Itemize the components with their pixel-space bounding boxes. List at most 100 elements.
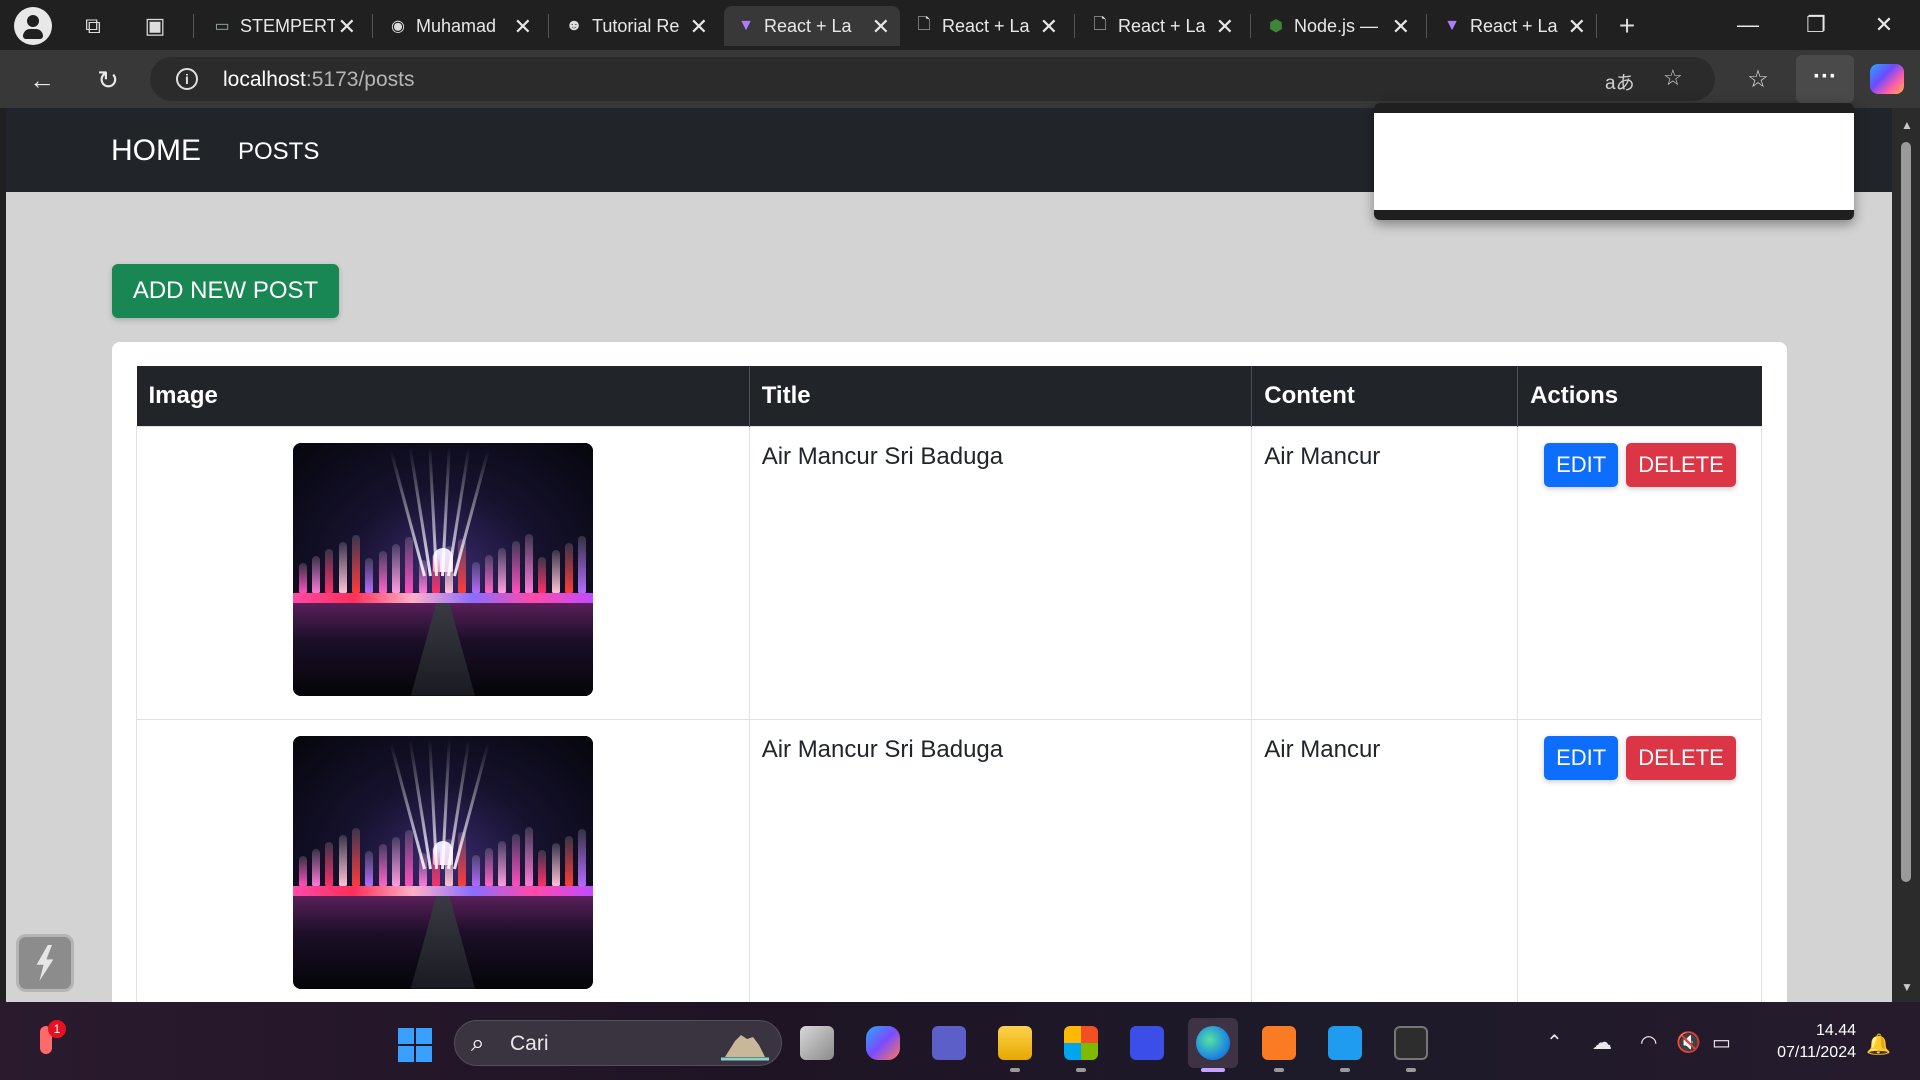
copilot-icon[interactable] bbox=[1870, 64, 1904, 94]
fountain-jet bbox=[298, 562, 307, 593]
microsoft-store-icon[interactable] bbox=[1056, 1018, 1106, 1072]
posts-table: Image Title Content Actions Air Mancur S… bbox=[136, 366, 1762, 1002]
tab-title: React + La bbox=[1470, 16, 1558, 36]
fountain-jet bbox=[391, 543, 400, 593]
edit-button[interactable]: EDIT bbox=[1544, 735, 1619, 780]
taskbar-search[interactable]: ⌕ Cari bbox=[454, 1020, 782, 1066]
tab-react-active[interactable]: ▼ React + La ✕ bbox=[724, 6, 900, 46]
tab-separator bbox=[193, 14, 194, 38]
star-icon[interactable]: ☆ bbox=[1663, 65, 1683, 91]
scroll-down-icon[interactable]: ▼ bbox=[1901, 980, 1913, 994]
window-close-icon[interactable]: ✕ bbox=[1864, 8, 1904, 42]
tab-react-3[interactable]: 🗋 React + La ✕ bbox=[1078, 6, 1244, 46]
address-bar[interactable]: i localhost:5173/posts aあ ☆ bbox=[150, 57, 1715, 101]
tab-tutorial[interactable]: ☻ Tutorial Re ✕ bbox=[552, 6, 718, 46]
file-icon: 🗋 bbox=[1093, 15, 1107, 33]
minimize-icon[interactable]: — bbox=[1728, 8, 1768, 42]
fountain-jet bbox=[485, 847, 494, 886]
favorites-icon[interactable]: ☆ bbox=[1740, 62, 1776, 98]
windows-taskbar: 1 ⌕ Cari ⌃ ☁ ◠ 🔇 ▭ 14.44 07/11/2024 🔔 bbox=[0, 1002, 1920, 1080]
translate-icon[interactable]: aあ bbox=[1605, 68, 1635, 95]
file-explorer-icon[interactable] bbox=[990, 1018, 1040, 1072]
delete-button[interactable]: DELETE bbox=[1626, 735, 1736, 780]
url-host: localhost bbox=[223, 68, 306, 91]
close-icon[interactable]: ✕ bbox=[1392, 14, 1410, 40]
workspaces-icon[interactable]: ⧉ bbox=[78, 11, 108, 41]
task-view-icon[interactable] bbox=[792, 1018, 842, 1068]
onedrive-icon[interactable]: ☁ bbox=[1592, 1030, 1612, 1055]
header-title: Title bbox=[748, 366, 1252, 426]
image-cell bbox=[136, 718, 750, 1002]
edge-browser-icon[interactable] bbox=[1188, 1018, 1238, 1072]
fountain-jet bbox=[405, 829, 414, 886]
new-tab-icon[interactable]: + bbox=[1612, 11, 1642, 41]
speaker-muted-icon[interactable]: 🔇 bbox=[1676, 1030, 1701, 1055]
scrollbar-thumb[interactable] bbox=[1901, 142, 1911, 882]
back-arrow-icon[interactable]: ← bbox=[24, 62, 60, 98]
title-cell: Air Mancur Sri Baduga bbox=[748, 718, 1253, 1002]
fountain-jet bbox=[511, 540, 520, 593]
clock-time: 14.44 bbox=[1815, 1022, 1856, 1039]
add-new-post-button[interactable]: ADD NEW POST bbox=[112, 264, 339, 318]
fountain-jet bbox=[485, 554, 494, 593]
terminal-icon[interactable] bbox=[1386, 1018, 1436, 1072]
fountain-jet bbox=[365, 850, 374, 886]
close-icon[interactable]: ✕ bbox=[1216, 14, 1234, 40]
bolt-icon bbox=[36, 945, 54, 981]
teams-icon[interactable] bbox=[924, 1018, 974, 1068]
fountain-jet bbox=[511, 833, 520, 886]
chevron-up-icon[interactable]: ⌃ bbox=[1546, 1030, 1563, 1055]
profile-icon[interactable] bbox=[14, 7, 52, 45]
tab-stempert[interactable]: ▭ STEMPERT ✕ bbox=[200, 6, 366, 46]
scroll-up-icon[interactable]: ▲ bbox=[1901, 118, 1913, 132]
copilot-app-icon[interactable] bbox=[858, 1018, 908, 1068]
app-mm-icon[interactable] bbox=[1122, 1018, 1172, 1068]
github-icon: ◉ bbox=[391, 18, 405, 35]
fountain-jet bbox=[471, 854, 480, 886]
xampp-icon[interactable] bbox=[1254, 1018, 1304, 1072]
close-icon[interactable]: ✕ bbox=[1568, 14, 1586, 40]
fountain-jet bbox=[312, 848, 321, 886]
weather-widget[interactable]: 1 bbox=[30, 1020, 70, 1060]
tab-title: React + La bbox=[942, 16, 1030, 36]
wifi-icon[interactable]: ◠ bbox=[1640, 1030, 1657, 1055]
tab-react-4[interactable]: ▼ React + La ✕ bbox=[1430, 6, 1596, 46]
tab-github[interactable]: ◉ Muhamad ✕ bbox=[376, 6, 542, 46]
refresh-icon[interactable]: ↻ bbox=[90, 62, 126, 98]
nav-home-link[interactable]: HOME bbox=[111, 134, 201, 168]
url-text[interactable]: localhost:5173/posts bbox=[223, 68, 414, 92]
post-image bbox=[292, 735, 593, 989]
fountain-jet bbox=[405, 536, 414, 593]
system-clock[interactable]: 14.44 07/11/2024 bbox=[1752, 1020, 1856, 1064]
actions-cell: EDIT DELETE bbox=[1517, 425, 1762, 720]
extension-floating-button[interactable] bbox=[16, 934, 74, 992]
notification-bell-icon[interactable]: 🔔 bbox=[1866, 1032, 1891, 1057]
tab-separator bbox=[1250, 14, 1251, 38]
more-menu-button[interactable]: ··· bbox=[1796, 55, 1854, 103]
restore-icon[interactable]: ❐ bbox=[1796, 8, 1836, 42]
close-icon[interactable]: ✕ bbox=[1040, 14, 1058, 40]
delete-button[interactable]: DELETE bbox=[1626, 442, 1736, 487]
tab-react-2[interactable]: 🗋 React + La ✕ bbox=[902, 6, 1068, 46]
search-highlight-icon bbox=[721, 1035, 769, 1061]
vertical-scrollbar[interactable]: ▲ ▼ bbox=[1892, 108, 1920, 1002]
vertical-tabs-icon[interactable]: ▣ bbox=[140, 11, 170, 41]
browser-toolbar: ← ↻ i localhost:5173/posts aあ ☆ ☆ ··· bbox=[0, 50, 1920, 108]
fountain-jet bbox=[325, 548, 334, 593]
nav-posts-link[interactable]: POSTS bbox=[238, 138, 319, 166]
close-icon[interactable]: ✕ bbox=[514, 14, 532, 40]
tab-title: React + La bbox=[1118, 16, 1206, 36]
start-windows-icon[interactable] bbox=[398, 1028, 432, 1062]
table-row: Air Mancur Sri Baduga Air Mancur EDIT DEL… bbox=[136, 718, 1762, 1002]
url-path: :5173/posts bbox=[305, 68, 415, 91]
vscode-icon[interactable] bbox=[1320, 1018, 1370, 1072]
tab-separator bbox=[548, 14, 549, 38]
tab-nodejs[interactable]: ⬢ Node.js — ✕ bbox=[1254, 6, 1420, 46]
info-icon[interactable]: i bbox=[176, 68, 198, 90]
battery-icon[interactable]: ▭ bbox=[1712, 1030, 1731, 1055]
header-content: Content bbox=[1251, 366, 1518, 426]
close-icon[interactable]: ✕ bbox=[872, 14, 890, 40]
close-icon[interactable]: ✕ bbox=[690, 14, 708, 40]
close-icon[interactable]: ✕ bbox=[338, 14, 356, 40]
edit-button[interactable]: EDIT bbox=[1544, 442, 1619, 487]
